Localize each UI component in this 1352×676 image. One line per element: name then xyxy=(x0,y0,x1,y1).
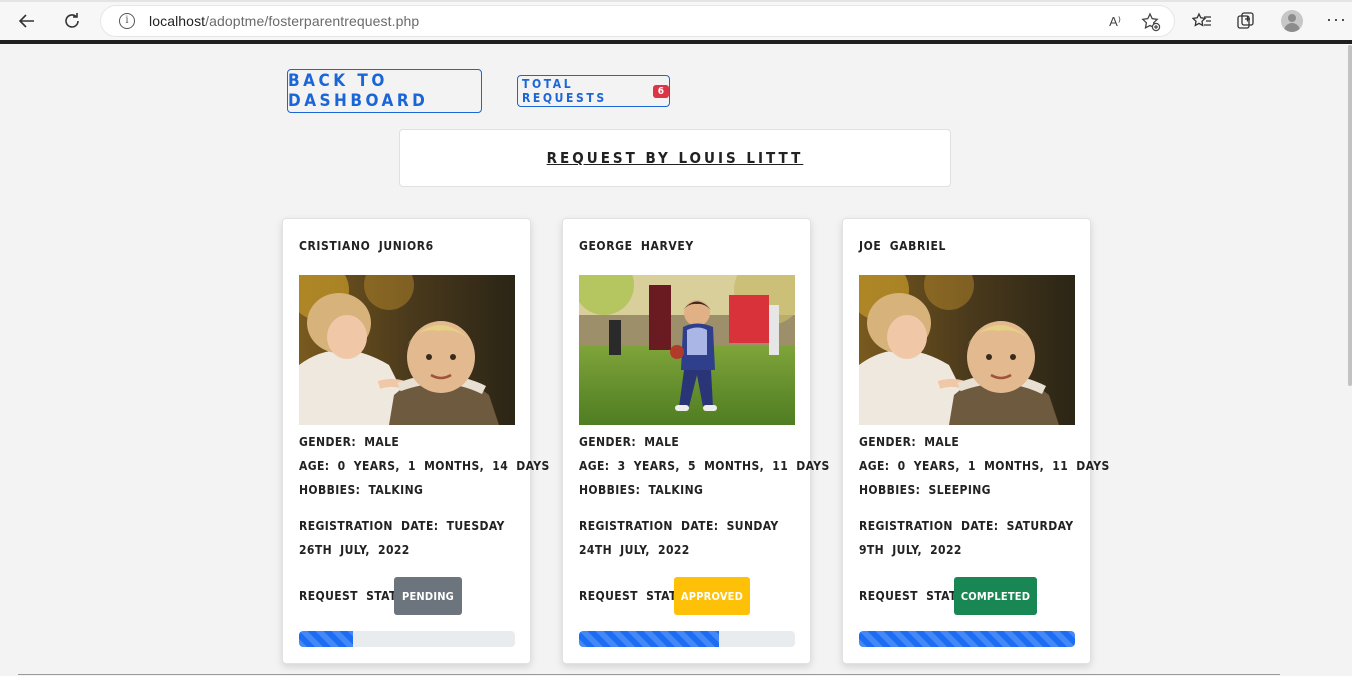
gender-line: Gender: Male xyxy=(579,435,679,449)
hobbies-value: Talking xyxy=(368,483,424,497)
child-photo xyxy=(579,275,795,425)
favorites-icon[interactable] xyxy=(1191,10,1213,32)
status-badge[interactable]: Pending xyxy=(394,577,462,615)
total-requests-badge: 6 xyxy=(652,84,669,98)
refresh-icon[interactable] xyxy=(59,8,85,34)
request-progress xyxy=(859,631,1075,647)
hobbies-line: Hobbies: Talking xyxy=(579,483,703,497)
page-bottom-divider xyxy=(18,674,1280,675)
more-options-icon[interactable]: ··· xyxy=(1326,9,1347,30)
child-name: Joe Gabriel xyxy=(859,239,946,253)
age-line: Age: 0 years, 1 months, 11 days xyxy=(859,459,1110,473)
address-bar[interactable]: i localhost/adoptme/fosterparentrequest.… xyxy=(100,5,1175,37)
address-url[interactable]: localhost/adoptme/fosterparentrequest.ph… xyxy=(149,13,419,29)
age-label: Age: xyxy=(859,459,890,473)
registration-line: Registration Date: Tuesday 26th July, 20… xyxy=(299,514,517,562)
registration-line: Registration Date: Saturday 9th July, 20… xyxy=(859,514,1077,562)
tab-strip-edge xyxy=(0,0,1352,2)
gender-value: Male xyxy=(644,435,680,449)
gender-label: Gender: xyxy=(299,435,357,449)
toolbar-divider xyxy=(0,40,1352,44)
progress-bar-fill xyxy=(859,631,1075,647)
hobbies-value: Talking xyxy=(648,483,704,497)
hobbies-value: Sleeping xyxy=(928,483,991,497)
gender-label: Gender: xyxy=(579,435,637,449)
gender-line: Gender: Male xyxy=(299,435,399,449)
collections-icon[interactable] xyxy=(1235,10,1257,32)
status-badge[interactable]: Approved xyxy=(674,577,750,615)
request-card: Joe Gabriel Gender: Male Age: 0 years, 1… xyxy=(842,218,1109,664)
progress-bar-fill xyxy=(579,631,720,647)
request-card: George Harvey Gender: Male Age: 3 years,… xyxy=(562,218,829,664)
registration-line: Registration Date: Sunday 24th July, 202… xyxy=(579,514,797,562)
request-progress xyxy=(299,631,515,647)
registration-label: Registration Date: xyxy=(299,519,439,533)
url-path: /adoptme/fosterparentrequest.php xyxy=(205,13,420,29)
url-host: localhost xyxy=(149,13,206,29)
status-badge[interactable]: Completed xyxy=(954,577,1037,615)
request-card: Cristiano Junior6 Gender: Male Age: 0 ye… xyxy=(282,218,549,664)
age-label: Age: xyxy=(299,459,330,473)
page-scrollbar[interactable] xyxy=(1348,45,1352,386)
age-line: Age: 3 years, 5 months, 11 days xyxy=(579,459,830,473)
total-requests-button[interactable]: Total Requests 6 xyxy=(517,75,670,107)
child-photo xyxy=(859,275,1075,425)
hobbies-label: Hobbies: xyxy=(859,483,921,497)
profile-avatar-icon[interactable] xyxy=(1281,10,1303,32)
registration-label: Registration Date: xyxy=(859,519,999,533)
read-aloud-icon[interactable]: A⁾ xyxy=(1105,12,1125,32)
back-to-dashboard-button[interactable]: Back to Dashboard xyxy=(287,69,482,113)
age-label: Age: xyxy=(579,459,610,473)
hobbies-line: Hobbies: Talking xyxy=(299,483,423,497)
total-requests-label: Total Requests xyxy=(522,77,607,105)
back-arrow-icon[interactable] xyxy=(14,8,40,34)
gender-line: Gender: Male xyxy=(859,435,959,449)
child-name: Cristiano Junior6 xyxy=(299,239,434,253)
page-title: Request by Louis Littt xyxy=(546,149,804,167)
hobbies-label: Hobbies: xyxy=(299,483,361,497)
request-progress xyxy=(579,631,795,647)
age-value: 0 years, 1 months, 11 days xyxy=(897,459,1110,473)
gender-value: Male xyxy=(364,435,400,449)
add-favorite-icon[interactable] xyxy=(1141,12,1161,32)
site-info-icon[interactable]: i xyxy=(119,13,135,29)
progress-bar-fill xyxy=(299,631,353,647)
gender-label: Gender: xyxy=(859,435,917,449)
age-value: 0 years, 1 months, 14 days xyxy=(337,459,550,473)
age-line: Age: 0 years, 1 months, 14 days xyxy=(299,459,550,473)
age-value: 3 years, 5 months, 11 days xyxy=(617,459,830,473)
registration-label: Registration Date: xyxy=(579,519,719,533)
gender-value: Male xyxy=(924,435,960,449)
child-name: George Harvey xyxy=(579,239,694,253)
browser-toolbar: i localhost/adoptme/fosterparentrequest.… xyxy=(0,0,1352,45)
page-title-box: Request by Louis Littt xyxy=(399,129,951,187)
child-photo xyxy=(299,275,515,425)
hobbies-label: Hobbies: xyxy=(579,483,641,497)
hobbies-line: Hobbies: Sleeping xyxy=(859,483,991,497)
